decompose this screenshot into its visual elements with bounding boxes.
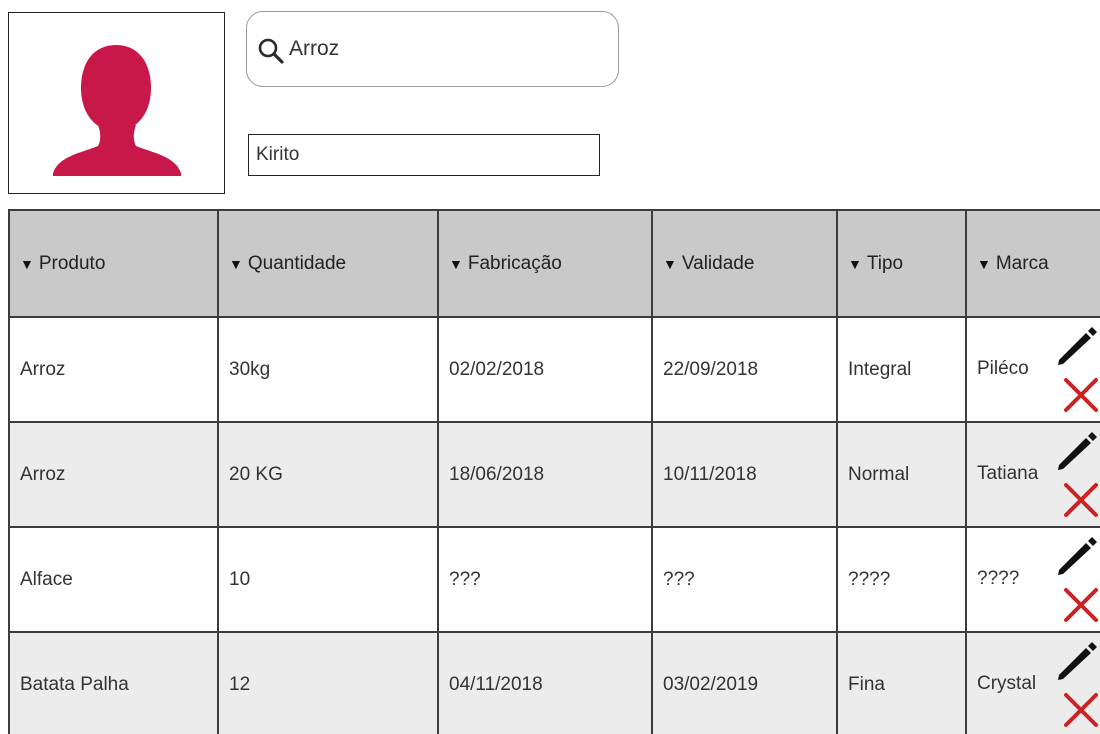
cell-marca: Tatiana xyxy=(965,421,1100,528)
table-row: Arroz 20 KG 18/06/2018 10/11/2018 Normal… xyxy=(8,421,1100,528)
column-header-validade[interactable]: ▼ Validade xyxy=(651,209,838,318)
column-header-label: Validade xyxy=(681,252,755,274)
pencil-icon[interactable] xyxy=(1055,639,1099,683)
search-icon xyxy=(258,38,284,64)
column-header-marca[interactable]: ▼ Marca xyxy=(965,209,1100,318)
sort-down-icon: ▼ xyxy=(20,255,34,272)
cell-validade: 10/11/2018 xyxy=(651,421,838,528)
cell-tipo: Fina xyxy=(836,631,967,734)
cell-marca: ???? xyxy=(965,526,1100,633)
cell-quantidade: 10 xyxy=(217,526,439,633)
close-icon[interactable] xyxy=(1062,376,1100,414)
column-header-label: Produto xyxy=(38,252,106,274)
cell-produto: Batata Palha xyxy=(8,631,219,734)
sort-down-icon: ▼ xyxy=(663,255,677,272)
pencil-icon[interactable] xyxy=(1055,429,1099,473)
sort-down-icon: ▼ xyxy=(449,255,463,272)
cell-validade: ??? xyxy=(651,526,838,633)
cell-validade: 03/02/2019 xyxy=(651,631,838,734)
cell-quantidade: 20 KG xyxy=(217,421,439,528)
column-header-label: Marca xyxy=(995,252,1049,274)
avatar-body xyxy=(53,125,181,176)
column-header-label: Fabricação xyxy=(467,252,562,274)
cell-fabricacao: ??? xyxy=(437,526,653,633)
sort-down-icon: ▼ xyxy=(977,255,991,272)
table-row: Batata Palha 12 04/11/2018 03/02/2019 Fi… xyxy=(8,631,1100,734)
column-header-fabricacao[interactable]: ▼ Fabricação xyxy=(437,209,653,318)
cell-marca: Crystal xyxy=(965,631,1100,734)
column-header-quantidade[interactable]: ▼ Quantidade xyxy=(217,209,439,318)
column-header-label: Quantidade xyxy=(247,252,347,274)
avatar-head xyxy=(81,45,151,131)
cell-marca-text: Crystal xyxy=(977,673,1037,694)
cell-tipo: Normal xyxy=(836,421,967,528)
cell-marca-text: Piléco xyxy=(977,358,1029,379)
close-icon[interactable] xyxy=(1062,586,1100,624)
cell-quantidade: 30kg xyxy=(217,316,439,423)
cell-produto: Arroz xyxy=(8,316,219,423)
search-input[interactable] xyxy=(289,34,589,64)
cell-produto: Alface xyxy=(8,526,219,633)
cell-produto: Arroz xyxy=(8,421,219,528)
cell-marca: Piléco xyxy=(965,316,1100,423)
cell-fabricacao: 04/11/2018 xyxy=(437,631,653,734)
products-table: ▼ Produto ▼ Quantidade ▼ Fabricação ▼ Valida… xyxy=(8,209,1100,734)
cell-fabricacao: 18/06/2018 xyxy=(437,421,653,528)
sort-down-icon: ▼ xyxy=(229,255,243,272)
cell-fabricacao: 02/02/2018 xyxy=(437,316,653,423)
pencil-icon[interactable] xyxy=(1055,324,1099,368)
cell-marca-text: Tatiana xyxy=(977,463,1039,484)
table-row: Arroz 30kg 02/02/2018 22/09/2018 Integra… xyxy=(8,316,1100,423)
column-header-label: Tipo xyxy=(866,252,904,274)
user-silhouette-icon xyxy=(53,45,181,176)
close-icon[interactable] xyxy=(1062,691,1100,729)
user-name-field[interactable] xyxy=(248,134,600,176)
pencil-icon[interactable] xyxy=(1055,534,1099,578)
table-row: Alface 10 ??? ??? ???? ???? xyxy=(8,526,1100,633)
table-header-row: ▼ Produto ▼ Quantidade ▼ Fabricação ▼ Valida… xyxy=(8,209,1100,318)
close-icon[interactable] xyxy=(1062,481,1100,519)
avatar[interactable] xyxy=(8,12,225,194)
cell-quantidade: 12 xyxy=(217,631,439,734)
cell-validade: 22/09/2018 xyxy=(651,316,838,423)
cell-tipo: ???? xyxy=(836,526,967,633)
cell-marca-text: ???? xyxy=(977,568,1020,589)
sort-down-icon: ▼ xyxy=(848,255,862,272)
cell-tipo: Integral xyxy=(836,316,967,423)
column-header-tipo[interactable]: ▼ Tipo xyxy=(836,209,967,318)
search-box[interactable] xyxy=(246,11,619,87)
column-header-produto[interactable]: ▼ Produto xyxy=(8,209,219,318)
